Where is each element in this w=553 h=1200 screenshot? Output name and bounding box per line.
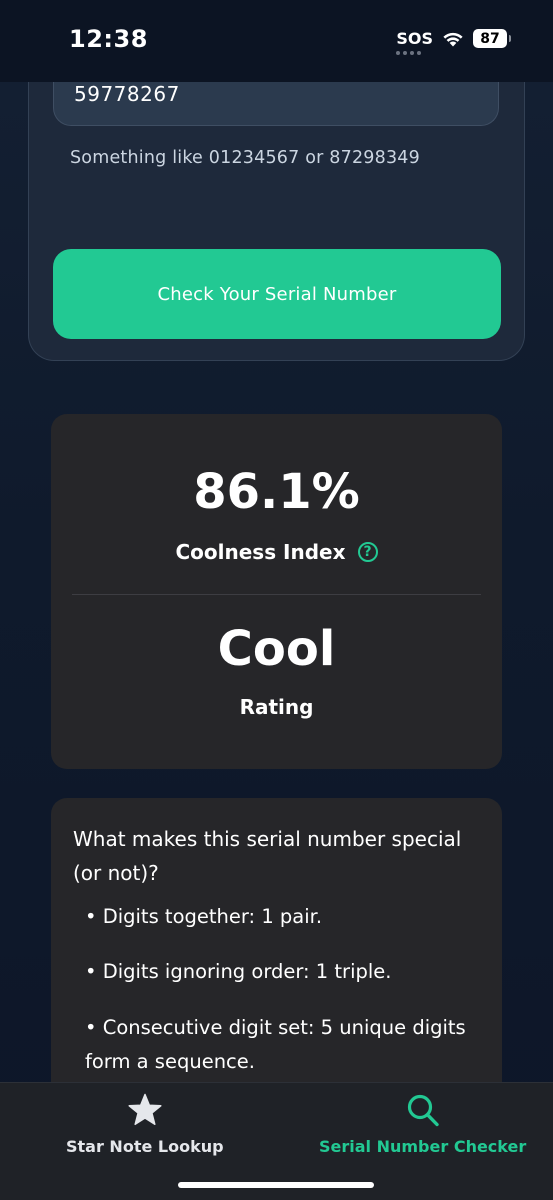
- result-divider: [72, 594, 481, 595]
- rating-value: Cool: [217, 621, 336, 677]
- explanation-bullet: • Consecutive digit set: 5 unique digits…: [85, 1016, 466, 1073]
- tab-star-note-lookup[interactable]: Star Note Lookup: [66, 1093, 224, 1156]
- help-icon[interactable]: ?: [357, 542, 378, 562]
- wifi-icon: [442, 30, 464, 47]
- tab-serial-number-checker[interactable]: Serial Number Checker: [319, 1093, 526, 1156]
- check-serial-button[interactable]: Check Your Serial Number: [53, 249, 501, 339]
- rating-label: Rating: [239, 695, 314, 719]
- result-card: 86.1% Coolness Index ? Cool Rating: [51, 414, 502, 769]
- star-icon: [127, 1093, 163, 1131]
- battery-level: 87: [480, 30, 500, 47]
- sos-indicator: SOS: [396, 29, 433, 55]
- battery-icon: 87: [473, 29, 511, 48]
- coolness-score: 86.1%: [193, 464, 360, 520]
- signal-dots-icon: [396, 51, 422, 55]
- coolness-index-label: Coolness Index: [175, 540, 346, 564]
- coolness-index-row: Coolness Index ?: [51, 540, 502, 564]
- tab-label: Star Note Lookup: [66, 1137, 224, 1156]
- status-bar: 12:38 SOS 87: [0, 0, 553, 82]
- serial-hint-text: Something like 01234567 or 87298349: [70, 148, 420, 168]
- status-icons: SOS 87: [396, 29, 511, 55]
- search-icon: [405, 1093, 441, 1131]
- explanation-card: What makes this serial number special (o…: [51, 798, 502, 1128]
- explanation-bullet: • Digits together: 1 pair.: [85, 905, 323, 928]
- explanation-title: What makes this serial number special (o…: [73, 827, 462, 885]
- home-indicator[interactable]: [178, 1182, 374, 1188]
- serial-form-card: 59778267 Something like 01234567 or 8729…: [28, 40, 525, 361]
- tab-bar: Star Note Lookup Serial Number Checker: [0, 1082, 553, 1200]
- sos-label: SOS: [396, 29, 433, 48]
- explanation-bullet: • Digits ignoring order: 1 triple.: [85, 960, 392, 983]
- screen: 59778267 Something like 01234567 or 8729…: [0, 0, 553, 1200]
- tab-label: Serial Number Checker: [319, 1137, 527, 1156]
- status-time: 12:38: [69, 25, 148, 53]
